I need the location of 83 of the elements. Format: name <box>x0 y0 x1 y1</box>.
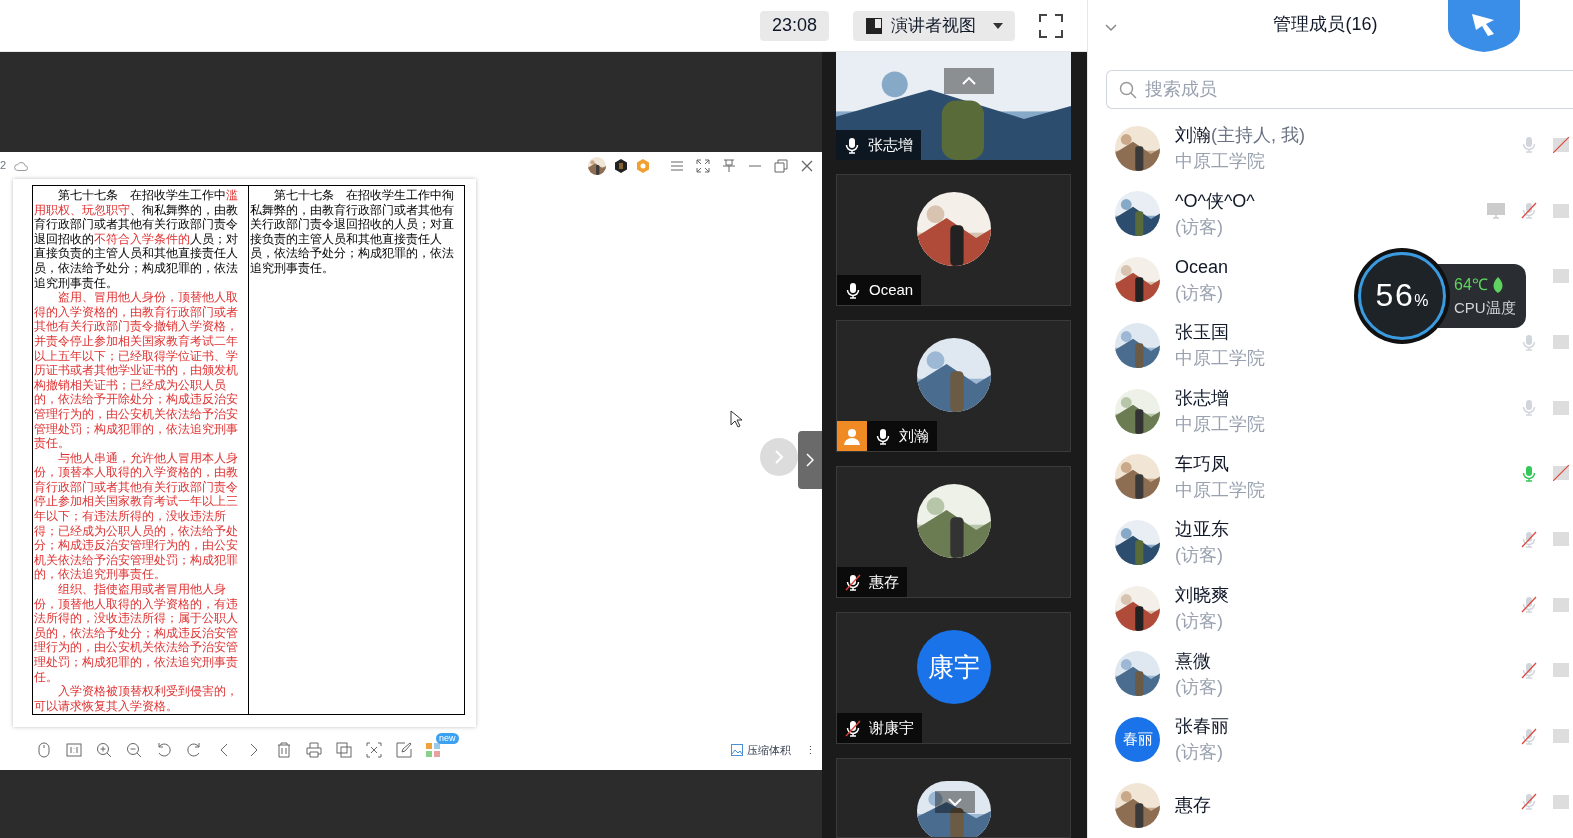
actual-size-icon[interactable] <box>66 742 82 758</box>
member-role: (主持人, 我) <box>1211 124 1305 148</box>
copy-icon[interactable] <box>336 742 352 758</box>
layout-icon <box>865 16 883 35</box>
close-icon[interactable] <box>800 158 814 173</box>
mouse-icon[interactable] <box>36 742 52 758</box>
compress-button[interactable]: 压缩体积 <box>731 741 791 759</box>
caret-icon <box>993 22 1003 29</box>
cloud-icon <box>14 160 29 171</box>
temperature-text: 64℃ <box>1454 274 1488 295</box>
chevron-right-icon <box>774 450 784 464</box>
apps-icon[interactable] <box>426 743 440 757</box>
member-subtitle: (访客) <box>1175 281 1224 305</box>
scroll-up-button[interactable] <box>944 68 994 94</box>
paragraph-text: 第七十七条 在招收学生工作中滥用职权、玩忽职守、徇私舞弊的，由教育行政部门或者其他有关行政部门责令退回招收的不符合入学条件的人员；对直接负责的主管人员和其他直接责任人员，依法给予处分；构成犯罪的，依法追究刑事责任。 <box>34 188 239 291</box>
zoom-in-icon[interactable] <box>96 742 112 758</box>
member-name: Ocean <box>1175 255 1229 279</box>
blocked-camera-icon[interactable] <box>1553 136 1569 153</box>
avatar: 康宇 <box>916 630 991 704</box>
name-label: 张志增 <box>836 130 921 160</box>
member-subtitle: 中原工学院 <box>1175 347 1265 371</box>
person-icon <box>843 427 861 445</box>
edit-icon[interactable] <box>396 742 412 758</box>
chevron-down-icon[interactable] <box>1105 24 1117 32</box>
member-name: 刘瀚 <box>1175 124 1211 148</box>
paragraph-text: 盗用、冒用他人身份，顶替他人取得的入学资格的，由教育行政部门或者其他有关行政部门责令撤销入学资格，并责令停止参加相关国家教育考试二年以上五年以下；已经取得学位证书、学历证书或者其他学业证书的，由颁发机构撤销相关证书；已经成为公职人员的，依法给予开除处分；构成违反治安管理行为的，由公安机关依法给予治安管理处罚；构成犯罪的，依法追究刑事责任。 <box>34 290 239 451</box>
blocked-camera-icon[interactable] <box>1553 465 1569 482</box>
shield-logo-icon <box>1446 0 1522 52</box>
paragraph-text: 与他人串通，允许他人冒用本人身份，顶替本人取得的入学资格的，由教育行政部门或者其他有关行政部门责令停止参加相关国家教育考试一年以上三年以下；有违法所得的，没收违法所得；已经成为公职人员的，依法给予处分；构成违反治安管理行为的，由公安机关依法给予治安管理处罚；构成犯罪的，依法追究刑事责任。 <box>34 450 239 583</box>
collapse-tab[interactable] <box>798 431 822 489</box>
pin-icon[interactable] <box>722 158 736 173</box>
leaf-icon <box>1491 276 1504 293</box>
paragraph-text: 第七十七条 在招收学生工作中徇私舞弊的，由教育行政部门或者其他有关行政部门责令退回招收的人员；对直接负责的主管人员和其他直接责任人员，依法给予处分；构成犯罪的，依法追究刑事责任。 <box>250 188 455 276</box>
cpu-label: CPU温度 <box>1454 297 1516 318</box>
avatar: 春丽 <box>1115 716 1160 762</box>
member-subtitle: (访客) <box>1175 544 1224 568</box>
page-number: 2 <box>0 158 7 174</box>
member-name: 张志增 <box>1175 387 1229 411</box>
image-icon <box>731 744 743 756</box>
member-name: 刘晓爽 <box>1175 584 1229 608</box>
text-recognition-icon[interactable] <box>366 742 382 758</box>
more-button[interactable]: ⋮ <box>805 741 822 759</box>
rotate-left-icon[interactable] <box>156 742 172 758</box>
paragraph-text: 组织、指使盗用或者冒用他人身份，顶替他人取得的入学资格的，有违法所得的，没收违法所得；属于公职人员的，依法给予处分；构成违反治安管理行为的，由公安机关依法给予治安管理处罚；构成犯罪的，依法追究刑事责任。 <box>34 582 239 685</box>
name-label: Ocean <box>837 275 922 305</box>
hexagon-icon <box>614 158 628 173</box>
hexagon-icon <box>636 158 650 173</box>
timer: 23:08 <box>759 10 829 41</box>
cursor-icon <box>730 410 742 428</box>
chevron-right-icon <box>806 453 814 467</box>
member-name: ^O^侠^O^ <box>1175 189 1255 213</box>
member-subtitle: (访客) <box>1175 741 1224 765</box>
member-subtitle: (访客) <box>1175 675 1223 699</box>
name-label: 谢康宇 <box>837 713 922 743</box>
zoom-out-icon[interactable] <box>126 742 142 758</box>
rotate-right-icon[interactable] <box>186 742 202 758</box>
print-icon[interactable] <box>306 742 322 758</box>
panel-title: 管理成员(16) <box>1273 13 1379 37</box>
new-badge: new <box>436 733 459 744</box>
expand-icon[interactable] <box>696 158 710 173</box>
chevron-down-icon <box>948 798 962 806</box>
name-label: 刘瀚 <box>867 421 937 451</box>
fullscreen-icon[interactable] <box>1039 13 1063 38</box>
name-label: 惠存 <box>837 567 907 597</box>
restore-icon[interactable] <box>774 158 788 173</box>
member-subtitle: (访客) <box>1175 215 1224 239</box>
member-name: 边亚东 <box>1175 518 1229 542</box>
member-name: 车巧凤 <box>1175 452 1229 476</box>
member-name: 张春丽 <box>1175 715 1229 739</box>
member-name: 熹微 <box>1175 649 1211 673</box>
member-subtitle: 中原工学院 <box>1175 478 1265 502</box>
delete-icon[interactable] <box>276 742 292 758</box>
member-name: 张玉国 <box>1175 321 1229 345</box>
member-subtitle: 中原工学院 <box>1175 150 1266 174</box>
paragraph-text: 入学资格被顶替权利受到侵害的，可以请求恢复其入学资格。 <box>34 684 239 714</box>
menu-icon[interactable] <box>670 158 684 173</box>
member-name: 惠存 <box>1175 794 1211 818</box>
member-subtitle: (访客) <box>1175 610 1224 634</box>
search-icon <box>1119 80 1137 99</box>
view-button[interactable]: 演讲者视图 <box>853 10 1015 41</box>
chevron-up-icon <box>962 77 976 85</box>
member-subtitle: 中原工学院 <box>1175 413 1265 437</box>
scroll-down-button[interactable] <box>935 791 975 813</box>
